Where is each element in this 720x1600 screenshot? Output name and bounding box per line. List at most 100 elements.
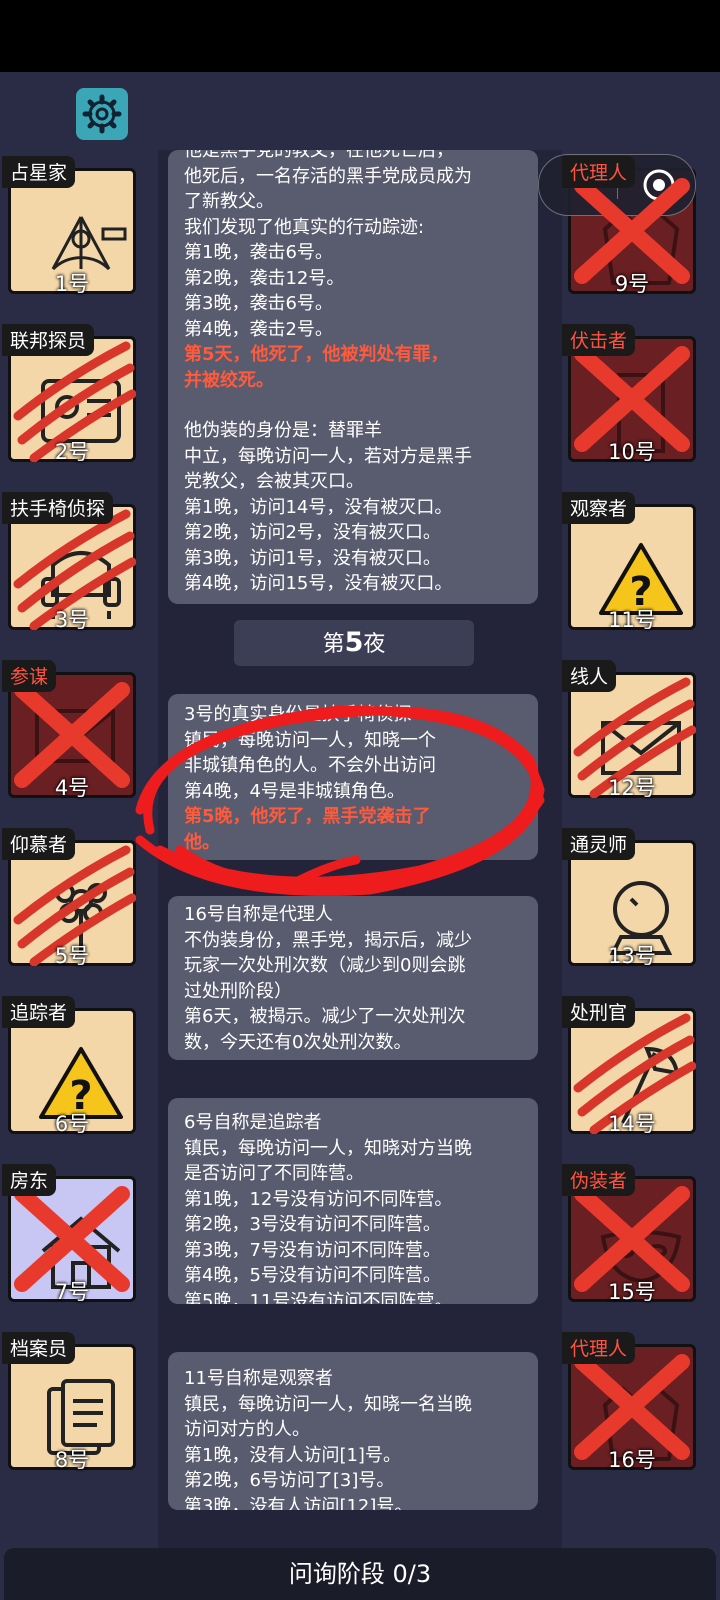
log-line: 数，今天还有0次处刑次数。: [184, 1031, 412, 1053]
player-card-15[interactable]: 伪装者 15号: [562, 1164, 702, 1304]
player-number: 9号: [614, 272, 650, 296]
night-suffix: 夜: [363, 632, 386, 657]
player-number: 7号: [54, 1280, 90, 1304]
role-label: 通灵师: [562, 828, 636, 860]
role-label: 线人: [562, 660, 617, 692]
log-line: 第3晚，7号没有访问不同阵营。: [184, 1239, 441, 1261]
log-line: 第3晚，访问1号，没有被灭口。: [184, 547, 441, 569]
player-card-9[interactable]: 代理人 9号: [562, 156, 702, 296]
role-label: 追踪者: [2, 996, 76, 1028]
log-panel-4: 6号自称是追踪者 镇民，每晚访问一人，知晓对方当晚 是否访问了不同阵营。 第1晚…: [168, 1098, 538, 1304]
player-number: 12号: [608, 776, 656, 800]
log-line: 第4晚，5号没有访问不同阵营。: [184, 1265, 441, 1286]
log-line: 他死后，一名存活的黑手党成员成为: [184, 165, 472, 187]
log-line: 16号自称是代理人: [184, 904, 333, 925]
log-line: 11号自称是观察者: [184, 1368, 333, 1389]
player-card-11[interactable]: ? 观察者 11号: [562, 492, 702, 632]
log-line: 第1晚，12号没有访问不同阵营。: [184, 1188, 453, 1210]
inquiry-phase-bar[interactable]: 问询阶段 0/3: [4, 1548, 716, 1600]
role-label: 占星家: [2, 156, 76, 188]
log-line: 第1晚，访问14号，没有被灭口。: [184, 496, 453, 518]
status-bar: [0, 0, 720, 72]
role-label: 房东: [2, 1164, 57, 1196]
log-line: 了新教父。: [184, 191, 274, 212]
player-number: 5号: [54, 944, 90, 968]
log-panel-1: 他是黑手党的教父，在他死亡后， 他死后，一名存活的黑手党成员成为 了新教父。 我…: [168, 150, 538, 604]
death-line: 并被绞死。: [184, 369, 274, 391]
player-number: 8号: [54, 1448, 90, 1472]
settings-button[interactable]: [76, 88, 128, 140]
log-line: 过处刑阶段）: [184, 980, 292, 1002]
gear-icon: [82, 94, 122, 134]
log-panel-2: 3号的真实身份是扶手椅侦探 镇民，每晚访问一人，知晓一个 非城镇角色的人。不会外…: [168, 694, 538, 860]
log-line: 他是黑手党的教父，在他死亡后，: [184, 150, 454, 161]
player-card-2[interactable]: 联邦探员 2号: [2, 324, 142, 464]
player-card-1[interactable]: 占星家 1号: [2, 156, 142, 296]
log-line: 第3晚，没有人访问[12]号。: [184, 1495, 413, 1511]
log-line: 第4晚，4号是非城镇角色。: [184, 780, 405, 802]
player-number: 16号: [608, 1448, 656, 1472]
player-number: 13号: [608, 944, 656, 968]
log-line: 第6天，被揭示。减少了一次处刑次: [184, 1006, 466, 1027]
log-line: 我们发现了他真实的行动踪迹:: [184, 216, 425, 238]
log-line: 3号的真实身份是扶手椅侦探: [184, 704, 412, 725]
log-line: 第4晚，访问15号，没有被灭口。: [184, 573, 453, 594]
player-card-10[interactable]: 伏击者 10号: [562, 324, 702, 464]
role-label: 代理人: [562, 156, 636, 188]
death-line: 第5晚，他死了，黑手党袭击了: [184, 806, 431, 827]
player-card-13[interactable]: 通灵师 13号: [562, 828, 702, 968]
log-line: 镇民，每晚访问一人，知晓对方当晚: [184, 1137, 472, 1159]
player-number: 10号: [608, 440, 656, 464]
night-prefix: 第: [322, 632, 345, 657]
player-card-5[interactable]: 仰慕者 5号: [2, 828, 142, 968]
role-label: 代理人: [562, 1332, 636, 1364]
player-card-6[interactable]: ? 追踪者 6号: [2, 996, 142, 1136]
log-line: 第4晚，袭击2号。: [184, 318, 333, 340]
log-line: 他伪装的身份是：替罪羊: [184, 420, 382, 441]
log-line: 不伪装身份，黑手党，揭示后，减少: [184, 929, 472, 951]
player-card-3[interactable]: 扶手椅侦探 3号: [2, 492, 142, 632]
role-label: 档案员: [2, 1332, 76, 1364]
player-number: 6号: [54, 1112, 90, 1136]
log-line: 镇民，每晚访问一人，知晓一个: [184, 729, 436, 751]
role-label: 仰慕者: [2, 828, 76, 860]
log-line: 第2晚，袭击12号。: [184, 267, 345, 289]
log-line: 第2晚，6号访问了[3]号。: [184, 1470, 395, 1491]
log-panel-3: 16号自称是代理人 不伪装身份，黑手党，揭示后，减少 玩家一次处刑次数（减少到0…: [168, 896, 538, 1060]
log-line: 第5晚，11号没有访问不同阵营。: [184, 1290, 453, 1305]
player-card-14[interactable]: 处刑官 14号: [562, 996, 702, 1136]
death-line: 第5天，他死了，他被判处有罪，: [184, 344, 449, 365]
player-number: 1号: [54, 272, 90, 296]
log-line: 玩家一次处刑次数（减少到0则会跳: [184, 955, 466, 976]
night-header: 第5夜: [234, 620, 474, 666]
role-label: 观察者: [562, 492, 636, 524]
log-line: 中立，每晚访问一人，若对方是黑手: [184, 445, 472, 467]
role-label: 伪装者: [562, 1164, 636, 1196]
log-line: 是否访问了不同阵营。: [184, 1163, 364, 1184]
role-label: 扶手椅侦探: [2, 492, 114, 524]
log-line: 访问对方的人。: [184, 1419, 310, 1440]
player-number: 4号: [54, 776, 90, 800]
player-number: 15号: [608, 1280, 656, 1304]
player-card-4[interactable]: 参谋 4号: [2, 660, 142, 800]
log-line: 第2晚，3号没有访问不同阵营。: [184, 1214, 441, 1235]
player-number: 11号: [608, 608, 656, 632]
log-line: 第1晚，没有人访问[1]号。: [184, 1444, 401, 1466]
log-line: 第1晚，袭击6号。: [184, 242, 333, 263]
role-label: 联邦探员: [2, 324, 95, 356]
player-number: 3号: [54, 608, 90, 632]
player-card-12[interactable]: 线人 12号: [562, 660, 702, 800]
role-label: 处刑官: [562, 996, 636, 1028]
log-line: 镇民，每晚访问一人，知晓一名当晚: [184, 1393, 472, 1415]
log-line: 党教父，会被其灭口。: [184, 471, 364, 492]
player-number: 2号: [54, 440, 90, 464]
player-card-8[interactable]: 档案员 8号: [2, 1332, 142, 1472]
player-card-7[interactable]: 房东 7号: [2, 1164, 142, 1304]
log-panel-5: 11号自称是观察者 镇民，每晚访问一人，知晓一名当晚 访问对方的人。 第1晚，没…: [168, 1352, 538, 1510]
log-line: 6号自称是追踪者: [184, 1112, 322, 1133]
player-card-16[interactable]: 代理人 16号: [562, 1332, 702, 1472]
log-line: 非城镇角色的人。不会外出访问: [184, 755, 436, 776]
role-label: 参谋: [2, 660, 57, 692]
role-label: 伏击者: [562, 324, 636, 356]
log-line: 第2晚，访问2号，没有被灭口。: [184, 522, 441, 543]
